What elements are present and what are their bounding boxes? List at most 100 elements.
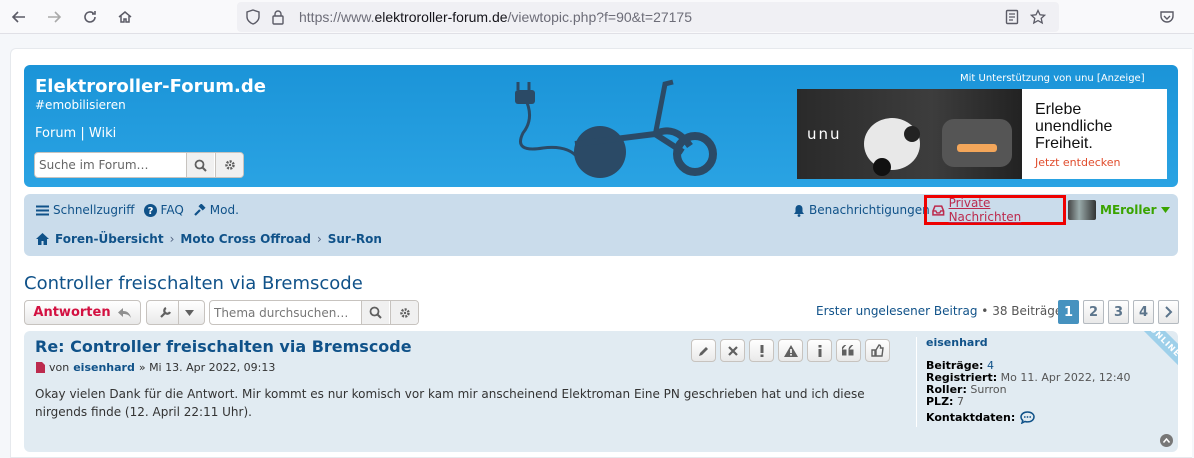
home-button[interactable] <box>113 5 137 29</box>
profile-registered-date: Mo 11. Apr 2022, 12:40 <box>1000 371 1131 384</box>
quicklinks-menu[interactable]: Schnellzugriff <box>36 203 135 217</box>
faq-link[interactable]: ? FAQ <box>143 203 184 217</box>
topic-advanced-search-button[interactable] <box>390 301 418 324</box>
topic-search-input[interactable] <box>210 301 361 324</box>
ad-brand: unu <box>807 125 842 143</box>
page-button-4[interactable]: 4 <box>1133 300 1154 324</box>
page-button-2[interactable]: 2 <box>1083 300 1104 324</box>
gear-icon <box>224 160 235 170</box>
site-title[interactable]: Elektroroller-Forum.de <box>35 76 266 97</box>
browser-toolbar: https://www.elektroroller-forum.de/viewt… <box>0 0 1194 34</box>
quote-icon <box>842 345 854 356</box>
breadcrumb-separator-icon: › <box>169 232 175 246</box>
next-page-button[interactable] <box>1158 300 1179 324</box>
ad-image: unu <box>797 89 1022 179</box>
post-actions <box>691 339 890 362</box>
user-menu[interactable]: MEroller <box>1068 200 1170 220</box>
site-logo-scooter-icon <box>515 79 717 178</box>
svg-text:?: ? <box>147 206 153 217</box>
post-author-profile: eisenhard Beiträge: 4 Registriert: Mo 11… <box>916 337 1146 427</box>
site-links: Forum | Wiki <box>35 126 116 141</box>
scooter-image <box>864 118 1012 176</box>
first-unread-link[interactable]: Erster ungelesener Beitrag <box>816 304 977 318</box>
info-icon <box>818 344 821 357</box>
topic-title[interactable]: Controller freischalten via Bremscode <box>24 273 363 294</box>
mod-link[interactable]: Mod. <box>193 203 239 217</box>
home-icon <box>118 11 132 23</box>
page-button-1[interactable]: 1 <box>1058 300 1079 324</box>
warn-user-button[interactable] <box>778 339 803 362</box>
post-content: Okay vielen Dank für die Antwort. Mir ko… <box>35 387 865 419</box>
wrench-icon <box>159 306 171 318</box>
ad-cta-link[interactable]: Jetzt entdecken <box>1035 156 1120 169</box>
delete-post-button[interactable] <box>720 339 745 362</box>
navbar-links: Schnellzugriff ? FAQ Mod. <box>36 203 243 217</box>
post-file-icon[interactable] <box>35 362 45 373</box>
chevron-up-icon <box>1163 438 1170 443</box>
hamburger-icon <box>36 205 49 215</box>
report-post-button[interactable] <box>749 339 774 362</box>
notifications-link[interactable]: Benachrichtigungen <box>793 203 930 217</box>
caret-down-icon <box>184 309 194 316</box>
reply-button[interactable]: Antworten <box>24 300 141 325</box>
wiki-link[interactable]: Wiki <box>89 126 116 141</box>
page-button-3[interactable]: 3 <box>1108 300 1129 324</box>
chevron-right-icon <box>1164 306 1172 318</box>
forum-search <box>34 152 244 178</box>
post-author-link[interactable]: eisenhard <box>73 361 135 374</box>
close-icon <box>727 345 738 356</box>
caret-down-icon <box>1160 207 1170 213</box>
advanced-search-button[interactable] <box>215 153 243 177</box>
pocket-button[interactable] <box>1155 5 1179 29</box>
reader-view-button[interactable] <box>1000 5 1024 29</box>
reader-view-icon <box>1005 9 1019 25</box>
search-icon <box>194 159 207 172</box>
avatar <box>1068 200 1096 220</box>
search-button[interactable] <box>186 153 214 177</box>
chat-bubble-icon[interactable] <box>1020 411 1035 424</box>
profile-username[interactable]: eisenhard <box>926 337 1146 349</box>
arrow-left-icon <box>11 11 25 23</box>
exclamation-icon <box>760 344 763 357</box>
breadcrumb: Foren-Übersicht › Moto Cross Offroad › S… <box>36 232 382 246</box>
private-messages-link[interactable]: Private Nachrichten <box>924 195 1066 225</box>
forum-link[interactable]: Forum <box>35 126 76 141</box>
post-date: » Mi 13. Apr 2022, 09:13 <box>138 361 276 374</box>
forward-button[interactable] <box>42 5 66 29</box>
shield-icon <box>246 9 260 25</box>
breadcrumb-forum-index[interactable]: Foren-Übersicht <box>55 232 164 246</box>
back-button[interactable] <box>7 5 31 29</box>
topic-search <box>209 300 419 325</box>
topic-tools-button[interactable] <box>146 300 205 325</box>
profile-plz: 7 <box>956 395 964 408</box>
warning-icon <box>783 344 798 357</box>
post-title[interactable]: Re: Controller freischalten via Bremscod… <box>35 337 412 356</box>
reply-arrow-icon <box>117 307 131 318</box>
gear-icon <box>399 307 410 318</box>
thumbs-up-icon <box>871 344 884 357</box>
inbox-icon <box>932 204 945 216</box>
url-bar[interactable]: https://www.elektroroller-forum.de/viewt… <box>237 2 1059 32</box>
url-text: https://www.elektroroller-forum.de/viewt… <box>299 9 693 25</box>
breadcrumb-moto-cross[interactable]: Moto Cross Offroad <box>180 232 311 246</box>
site-description: #emobilisieren <box>35 98 126 112</box>
home-icon <box>36 233 49 245</box>
breadcrumb-separator-icon: › <box>316 232 322 246</box>
forum-search-input[interactable] <box>35 153 186 177</box>
quote-post-button[interactable] <box>836 339 861 362</box>
sponsor-notice[interactable]: Mit Unterstützung von unu [Anzeige] <box>960 73 1145 84</box>
breadcrumb-sur-ron[interactable]: Sur-Ron <box>328 232 382 246</box>
bookmark-button[interactable] <box>1026 5 1050 29</box>
pencil-icon <box>698 346 708 356</box>
reload-button[interactable] <box>78 5 102 29</box>
advertisement-banner[interactable]: unu Erlebe unendliche Freiheit. Jetzt en… <box>797 89 1167 179</box>
edit-post-button[interactable] <box>691 339 716 362</box>
like-post-button[interactable] <box>865 339 890 362</box>
question-circle-icon: ? <box>143 203 157 217</box>
back-to-top-button[interactable] <box>1160 434 1173 447</box>
gavel-icon <box>194 203 206 216</box>
topic-search-button[interactable] <box>361 301 389 324</box>
post-count: • 38 Beiträge <box>981 304 1063 318</box>
reload-icon <box>84 11 96 23</box>
post-info-button[interactable] <box>807 339 832 362</box>
